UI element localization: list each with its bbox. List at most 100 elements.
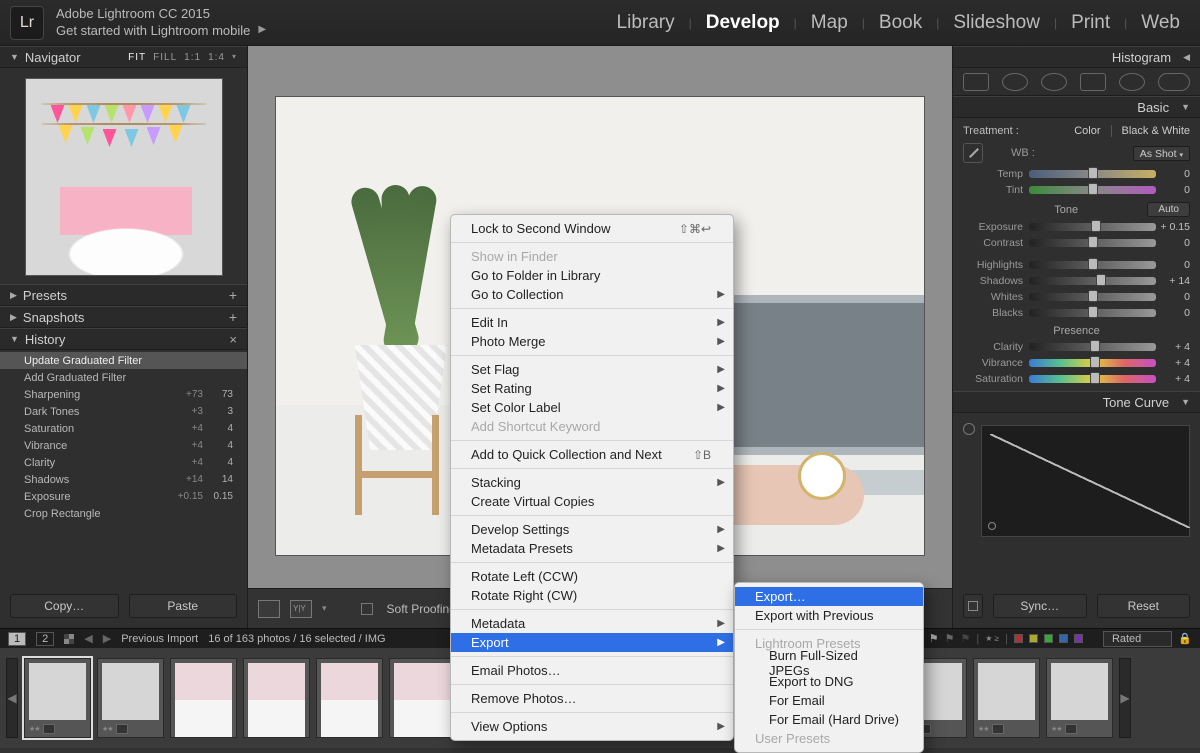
brush-tool-icon[interactable] (1158, 73, 1190, 91)
menu-item[interactable]: Lock to Second Window⇧⌘↩ (451, 219, 733, 238)
menu-item[interactable]: Photo Merge▶ (451, 332, 733, 351)
highlights-slider[interactable] (1029, 261, 1156, 269)
module-develop[interactable]: Develop (696, 8, 790, 38)
filmstrip-thumb[interactable]: ★★ (243, 658, 310, 738)
submenu-item[interactable]: Export to DNG (735, 672, 923, 691)
treatment-bw[interactable]: Black & White (1122, 125, 1190, 137)
nav-fill[interactable]: FILL (153, 52, 177, 63)
snapshots-header[interactable]: Snapshots + (0, 306, 247, 328)
nav-1to4[interactable]: 1:4 (208, 52, 225, 63)
filmstrip-thumb[interactable]: ★★ (24, 658, 91, 738)
wb-select[interactable]: As Shot ▾ (1133, 146, 1190, 161)
filmstrip-thumb[interactable]: ★★ (316, 658, 383, 738)
module-map[interactable]: Map (801, 8, 858, 38)
treatment-color[interactable]: Color (1074, 125, 1100, 137)
wb-dropper-icon[interactable] (963, 143, 983, 163)
contrast-slider[interactable] (1029, 239, 1156, 247)
submenu-item[interactable]: Export with Previous (735, 606, 923, 625)
menu-item[interactable]: Stacking▶ (451, 473, 733, 492)
plus-icon[interactable]: + (229, 309, 237, 325)
module-print[interactable]: Print (1061, 8, 1120, 38)
shadows-slider[interactable] (1029, 277, 1156, 285)
radial-tool-icon[interactable] (1119, 73, 1145, 91)
prev-icon[interactable]: ◀ (84, 632, 92, 645)
presets-header[interactable]: Presets + (0, 284, 247, 306)
menu-item[interactable]: Create Virtual Copies (451, 492, 733, 511)
history-item[interactable]: Sharpening+7373 (0, 386, 247, 403)
exposure-slider[interactable] (1029, 223, 1156, 231)
color-blue[interactable] (1059, 634, 1068, 643)
play-icon[interactable]: ▶ (258, 24, 266, 37)
module-slideshow[interactable]: Slideshow (943, 8, 1050, 38)
menu-item[interactable]: Set Rating▶ (451, 379, 733, 398)
filmstrip-thumb[interactable]: ★★ (973, 658, 1040, 738)
menu-item[interactable]: Metadata Presets▶ (451, 539, 733, 558)
submenu-item[interactable]: For Email (Hard Drive) (735, 710, 923, 729)
chevron-down-icon[interactable]: ▾ (232, 52, 237, 63)
menu-item[interactable]: Export▶ (451, 633, 733, 652)
spot-tool-icon[interactable] (1002, 73, 1028, 91)
history-item[interactable]: Vibrance+44 (0, 437, 247, 454)
history-item[interactable]: Exposure+0.150.15 (0, 488, 247, 505)
color-green[interactable] (1044, 634, 1053, 643)
nav-1to1[interactable]: 1:1 (184, 52, 201, 63)
filmstrip-thumb[interactable]: ★★ (1046, 658, 1113, 738)
saturation-slider[interactable] (1029, 375, 1156, 383)
tone-curve-graph[interactable] (981, 425, 1190, 537)
module-library[interactable]: Library (607, 8, 685, 38)
module-web[interactable]: Web (1131, 8, 1190, 38)
paste-button[interactable]: Paste (129, 594, 238, 618)
chevron-down-icon[interactable]: ▾ (322, 603, 327, 614)
page-2[interactable]: 2 (36, 632, 54, 646)
blacks-slider[interactable] (1029, 309, 1156, 317)
history-item[interactable]: Update Graduated Filter (0, 352, 247, 369)
color-red[interactable] (1014, 634, 1023, 643)
menu-item[interactable]: Set Flag▶ (451, 360, 733, 379)
history-item[interactable]: Crop Rectangle (0, 505, 247, 522)
app-subtitle[interactable]: Get started with Lightroom mobile (56, 23, 250, 39)
submenu-item[interactable]: For Email (735, 691, 923, 710)
menu-item[interactable]: Go to Collection▶ (451, 285, 733, 304)
color-purple[interactable] (1074, 634, 1083, 643)
history-item[interactable]: Dark Tones+33 (0, 403, 247, 420)
menu-item[interactable]: Go to Folder in Library (451, 266, 733, 285)
plus-icon[interactable]: + (229, 287, 237, 303)
history-item[interactable]: Add Graduated Filter (0, 369, 247, 386)
menu-item[interactable]: View Options▶ (451, 717, 733, 736)
menu-item[interactable]: Rotate Left (CCW) (451, 567, 733, 586)
menu-item[interactable]: Metadata▶ (451, 614, 733, 633)
sync-button[interactable]: Sync… (993, 594, 1087, 618)
clarity-slider[interactable] (1029, 343, 1156, 351)
flag-off-icon[interactable]: ⚑ (929, 632, 939, 645)
page-1[interactable]: 1 (8, 632, 26, 646)
whites-slider[interactable] (1029, 293, 1156, 301)
close-icon[interactable]: × (229, 332, 237, 347)
nav-fit[interactable]: FIT (128, 52, 146, 63)
scroll-left-icon[interactable]: ◀ (6, 658, 18, 738)
point-curve-icon[interactable] (963, 423, 975, 435)
tint-slider[interactable] (1029, 186, 1156, 194)
submenu-item[interactable]: Burn Full-Sized JPEGs (735, 653, 923, 672)
history-item[interactable]: Shadows+1414 (0, 471, 247, 488)
vibrance-slider[interactable] (1029, 359, 1156, 367)
flag-off-icon[interactable]: ⚑ (945, 632, 955, 645)
menu-item[interactable]: Add to Quick Collection and Next⇧B (451, 445, 733, 464)
copy-button[interactable]: Copy… (10, 594, 119, 618)
history-item[interactable]: Clarity+44 (0, 454, 247, 471)
tone-curve-header[interactable]: Tone Curve (953, 391, 1200, 413)
history-item[interactable]: Saturation+44 (0, 420, 247, 437)
menu-item[interactable]: Remove Photos… (451, 689, 733, 708)
temp-slider[interactable] (1029, 170, 1156, 178)
flag-off-icon[interactable]: ⚑ (961, 632, 971, 645)
menu-item[interactable]: Set Color Label▶ (451, 398, 733, 417)
history-header[interactable]: History × (0, 328, 247, 350)
switch-icon[interactable] (963, 594, 983, 618)
loupe-view-icon[interactable] (258, 600, 280, 618)
scroll-right-icon[interactable]: ▶ (1119, 658, 1131, 738)
module-book[interactable]: Book (869, 8, 932, 38)
soft-proof-checkbox[interactable] (361, 603, 373, 615)
lock-icon[interactable]: 🔒 (1178, 632, 1192, 645)
before-after-icon[interactable]: Y|Y (290, 600, 312, 618)
redeye-tool-icon[interactable] (1041, 73, 1067, 91)
basic-header[interactable]: Basic (953, 96, 1200, 118)
